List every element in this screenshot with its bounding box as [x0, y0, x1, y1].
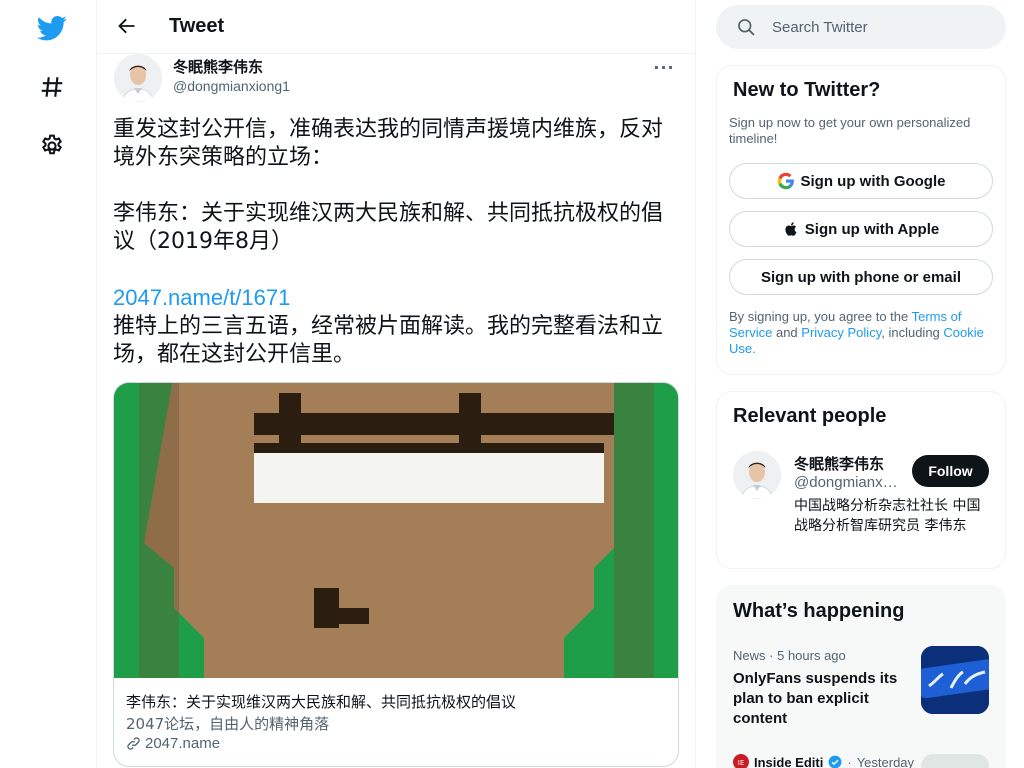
arrow-left-icon — [118, 18, 135, 34]
twitter-logo-link[interactable] — [28, 4, 76, 52]
tweet-link[interactable]: 2047.name/t/1671 — [113, 285, 290, 310]
gear-icon — [42, 134, 62, 155]
tweet-author: 冬眠熊李伟东 @dongmianxiong1 ··· — [113, 54, 681, 106]
search-box[interactable] — [716, 5, 1006, 49]
google-icon — [777, 172, 794, 190]
card-domain-text: 2047.name — [145, 735, 221, 752]
explore-link[interactable] — [28, 63, 76, 111]
left-nav — [0, 0, 97, 768]
whats-happening-panel: What’s happening News · 5 hours ago Only… — [716, 585, 1006, 768]
hashtag-icon — [41, 77, 63, 97]
panel-title: New to Twitter? — [733, 79, 881, 101]
trend-meta: News · 5 hours ago — [733, 648, 846, 663]
tweet-text: 重发这封公开信，准确表达我的同情声援境内维族，反对境外东突策略的立场： 李伟东：… — [113, 116, 679, 369]
trend-separator: · — [769, 648, 774, 663]
twitter-bird-icon — [37, 16, 67, 41]
search-input[interactable] — [772, 5, 992, 49]
person-name[interactable]: 冬眠熊李伟东 — [794, 453, 884, 474]
person-avatar[interactable] — [733, 451, 781, 499]
legal-including: , including — [881, 325, 944, 340]
signup-google-label: Sign up with Google — [800, 172, 946, 190]
legal-and: and — [772, 325, 802, 340]
trend-time: 5 hours ago — [777, 648, 846, 663]
trend-thumbnail[interactable] — [921, 646, 989, 714]
trend-title[interactable]: OnlyFans suspends its plan to ban explic… — [733, 669, 903, 729]
signup-phone-label: Sign up with phone or email — [760, 268, 961, 286]
signup-google-button[interactable]: Sign up with Google — [729, 163, 993, 199]
trend-thumbnail[interactable] — [921, 754, 989, 768]
panel-subtitle: Sign up now to get your own personalized… — [729, 115, 971, 146]
card-title: 李伟东：关于实现维汉两大民族和解、共同抵抗极权的倡议 — [126, 693, 517, 711]
legal-prefix: By signing up, you agree to the — [729, 309, 912, 324]
legal-text: By signing up, you agree to the Terms of… — [729, 309, 991, 357]
trend-source: Inside Editi — [754, 754, 824, 768]
follow-button[interactable]: Follow — [912, 455, 989, 487]
relevant-people-panel: Relevant people 冬眠熊李伟东 @dongmianxiong1 F… — [716, 391, 1006, 569]
author-name[interactable]: 冬眠熊李伟东 — [173, 56, 263, 77]
card-image — [114, 383, 678, 678]
privacy-link[interactable]: Privacy Policy — [801, 325, 881, 340]
panel-title: What’s happening — [733, 600, 905, 622]
link-icon — [127, 737, 140, 750]
tweet-paragraph: 推特上的三言五语，经常被片面解读。我的完整看法和立场，都在这封公开信里。 — [113, 314, 664, 367]
search-icon — [738, 19, 755, 36]
main-column: Tweet 冬眠熊李伟东 @dongmianxiong1 ··· 重发这封公开信… — [97, 0, 696, 768]
verified-badge-icon — [828, 755, 842, 768]
signup-apple-button[interactable]: Sign up with Apple — [729, 211, 993, 247]
more-options-icon[interactable]: ··· — [647, 56, 681, 78]
apple-icon — [785, 222, 797, 236]
person-bio: 中国战略分析杂志社社长 中国战略分析智库研究员 李伟东 — [794, 498, 981, 534]
trend-separator: · — [847, 754, 852, 768]
signup-apple-label: Sign up with Apple — [804, 220, 940, 238]
panel-title: Relevant people — [733, 405, 887, 427]
trend-item-2[interactable]: IE Inside Editi · Yesterday — [733, 754, 914, 768]
source-logo-icon: IE — [733, 754, 749, 768]
new-to-twitter-panel: New to Twitter? Sign up now to get your … — [716, 65, 1006, 375]
back-button[interactable] — [110, 9, 144, 43]
tweet-header: Tweet — [97, 0, 695, 54]
tweet-paragraph: 李伟东：关于实现维汉两大民族和解、共同抵抗极权的倡议（2019年8月） — [113, 201, 664, 254]
author-avatar[interactable] — [114, 54, 162, 102]
settings-link[interactable] — [28, 122, 76, 170]
page-title: Tweet — [169, 15, 225, 37]
tweet-paragraph: 重发这封公开信，准确表达我的同情声援境内维族，反对境外东突策略的立场： — [113, 117, 664, 170]
link-card[interactable]: 李伟东：关于实现维汉两大民族和解、共同抵抗极权的倡议 2047论坛，自由人的精神… — [113, 382, 679, 767]
person-handle[interactable]: @dongmianxiong1 — [794, 474, 898, 491]
trend-time: Yesterday — [856, 754, 915, 768]
author-handle[interactable]: @dongmianxiong1 — [173, 78, 290, 94]
signup-phone-button[interactable]: Sign up with phone or email — [729, 259, 993, 295]
card-description: 2047论坛，自由人的精神角落 — [126, 715, 330, 733]
card-domain: 2047.name — [126, 735, 220, 752]
svg-text:IE: IE — [738, 759, 745, 767]
trend-category: News — [733, 648, 766, 663]
